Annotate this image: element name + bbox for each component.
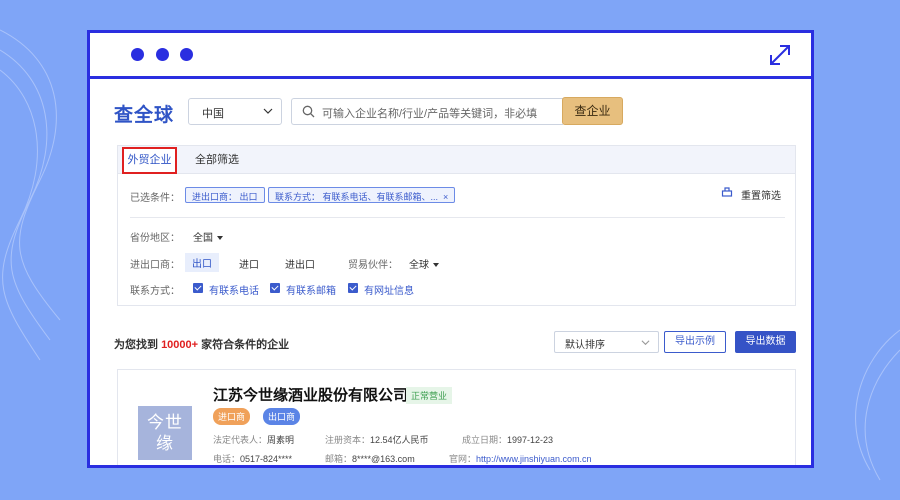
registered-capital: 注册资本：12.54亿人民币 <box>325 435 429 445</box>
chip-contact[interactable]: 联系方式： 有联系电话、有联系邮箱、... × <box>268 187 456 203</box>
dot-icon <box>156 48 169 61</box>
phone: 电话：0517-824**** <box>213 454 293 464</box>
province-dropdown[interactable]: 全国 <box>193 229 223 244</box>
caret-down-icon <box>433 263 439 268</box>
caret-down-icon <box>217 236 223 241</box>
checkbox-icon <box>193 283 203 293</box>
selected-conditions-label: 已选条件： <box>130 193 180 204</box>
search-icon <box>302 105 315 118</box>
company-name[interactable]: 江苏今世缘酒业股份有限公司 <box>213 384 408 405</box>
founded-date: 成立日期：1997-12-23 <box>462 435 554 445</box>
checkbox-icon <box>270 283 280 293</box>
tab-all-filters[interactable]: 全部筛选 <box>195 146 239 174</box>
company-card[interactable]: 今世缘 江苏今世缘酒业股份有限公司 正常营业 进口商 出口商 法定代表人：周素明… <box>117 369 796 465</box>
trade-type-label: 进出口商： <box>130 260 180 271</box>
company-logo: 今世缘 <box>138 406 192 460</box>
main-content: 查全球 中国 可输入企业名称/行业/产品等关键词，非必填 查企业 外贸企业 全部… <box>90 82 811 465</box>
eraser-icon <box>721 187 733 197</box>
contact-label: 联系方式： <box>130 286 180 297</box>
result-count: 10000+ <box>161 339 199 351</box>
dot-icon <box>180 48 193 61</box>
partner-label: 贸易伙伴： <box>348 260 398 271</box>
partner-dropdown[interactable]: 全球 <box>409 256 439 271</box>
search-button[interactable]: 查企业 <box>562 97 623 125</box>
tab-bar: 外贸企业 全部筛选 <box>118 146 795 174</box>
divider <box>130 217 785 218</box>
app-window: 查全球 中国 可输入企业名称/行业/产品等关键词，非必填 查企业 外贸企业 全部… <box>87 30 814 468</box>
dot-icon <box>131 48 144 61</box>
email: 邮箱：8****@163.com <box>325 454 415 464</box>
region-select[interactable]: 中国 <box>188 98 282 125</box>
export-sample-button[interactable]: 导出示例 <box>664 331 726 353</box>
province-label: 省份地区： <box>130 233 180 244</box>
website-link[interactable]: http://www.jinshiyuan.com.cn <box>476 454 592 464</box>
status-badge: 正常营业 <box>406 387 453 404</box>
filter-panel: 外贸企业 全部筛选 已选条件： 进出口商： 出口 联系方式： 有联系电话、有联系… <box>117 145 796 306</box>
window-titlebar <box>90 33 811 79</box>
search-placeholder: 可输入企业名称/行业/产品等关键词，非必填 <box>322 108 538 120</box>
region-value: 中国 <box>202 108 224 120</box>
website: 官网：http://www.jinshiyuan.com.cn <box>449 454 592 464</box>
chip-trade-export[interactable]: 进出口商： 出口 <box>185 187 265 203</box>
result-summary: 为您找到 10000+ 家符合条件的企业 <box>114 339 290 351</box>
reset-filters-button[interactable]: 重置筛选 <box>721 187 781 202</box>
search-input[interactable]: 可输入企业名称/行业/产品等关键词，非必填 <box>291 98 563 125</box>
expand-icon[interactable] <box>767 42 793 68</box>
legal-rep: 法定代表人：周素明 <box>213 435 295 445</box>
trade-option-import-export[interactable]: 进出口 <box>285 256 315 271</box>
brand-title: 查全球 <box>114 105 175 126</box>
checkbox-icon <box>348 283 358 293</box>
trade-option-export[interactable]: 出口 <box>185 253 219 272</box>
tag-importer: 进口商 <box>213 408 251 425</box>
sort-select[interactable]: 默认排序 <box>554 331 659 353</box>
export-data-button[interactable]: 导出数据 <box>735 331 796 353</box>
trade-option-import[interactable]: 进口 <box>239 256 259 271</box>
tab-foreign-trade[interactable]: 外贸企业 <box>122 147 177 174</box>
close-icon[interactable]: × <box>443 192 448 202</box>
chevron-down-icon <box>263 108 273 114</box>
chevron-down-icon <box>641 340 650 346</box>
tag-exporter: 出口商 <box>263 408 301 425</box>
